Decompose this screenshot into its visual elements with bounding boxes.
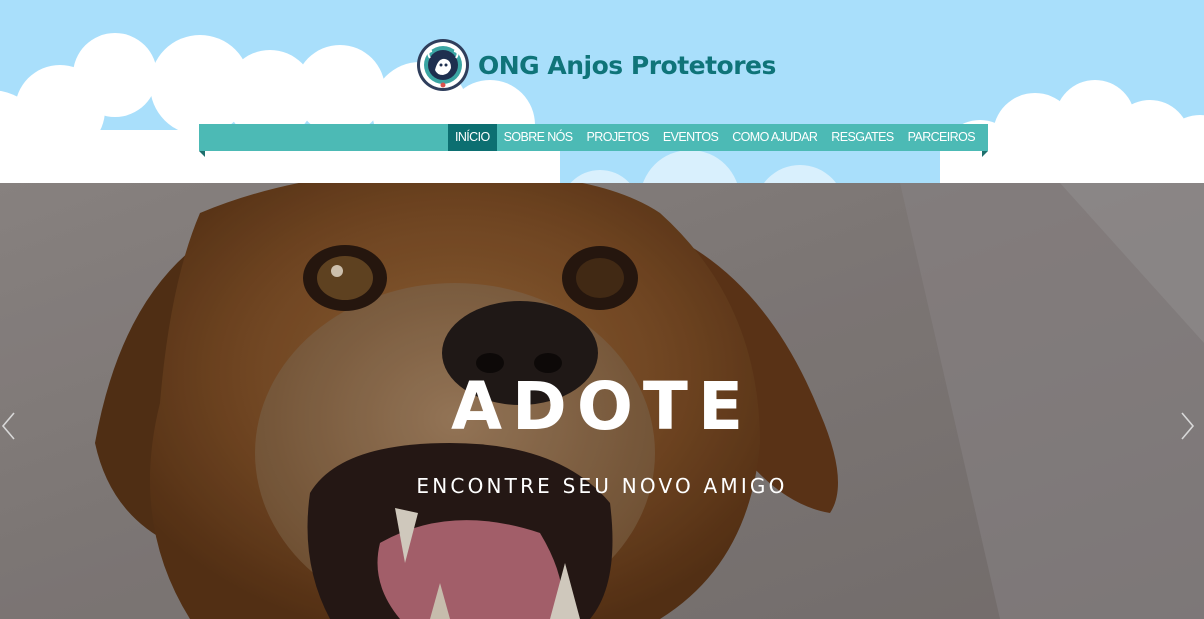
hero-title: ADOTE [450,368,754,445]
hero-slider: ADOTE ENCONTRE SEU NOVO AMIGO [0,183,1204,619]
chevron-right-icon[interactable] [1176,411,1198,441]
chevron-left-icon[interactable] [0,411,22,441]
nav-ribbon-fold-left [199,151,205,157]
nav-item-inicio[interactable]: INÍCIO [448,124,497,151]
nav-item-fale-conosco[interactable]: FALE CONOSCO [982,124,1087,151]
nav-item-eventos[interactable]: EVENTOS [656,124,725,151]
page: ONG Anjos Protetores INÍCIO SOBRE NÓS PROJ… [0,0,1204,619]
nav-item-resgates[interactable]: RESGATES [824,124,900,151]
nav-item-adocao[interactable]: ADOÇÃO [1087,124,1152,151]
hero-subtitle: ENCONTRE SEU NOVO AMIGO [416,474,788,498]
nav-item-projetos[interactable]: PROJETOS [580,124,656,151]
ong-anjos-protetores-logo-icon [417,39,469,91]
nav-item-como-ajudar[interactable]: COMO AJUDAR [725,124,824,151]
nav-list: INÍCIO SOBRE NÓS PROJETOS EVENTOS COMO AJUDA… [448,124,1204,151]
logo[interactable]: ONG Anjos Protetores [416,37,776,93]
site-title[interactable]: ONG Anjos Protetores [478,51,776,80]
header: ONG Anjos Protetores INÍCIO SOBRE NÓS PROJ… [0,0,1204,183]
main-nav: INÍCIO SOBRE NÓS PROJETOS EVENTOS COMO AJUDA… [199,124,1204,151]
nav-item-sobre-nos[interactable]: SOBRE NÓS [497,124,580,151]
nav-item-denuncias[interactable]: DENÚNCIAS [1152,124,1204,151]
nav-item-parceiros[interactable]: PARCEIROS [901,124,982,151]
nav-ribbon-fold-right [982,151,988,157]
